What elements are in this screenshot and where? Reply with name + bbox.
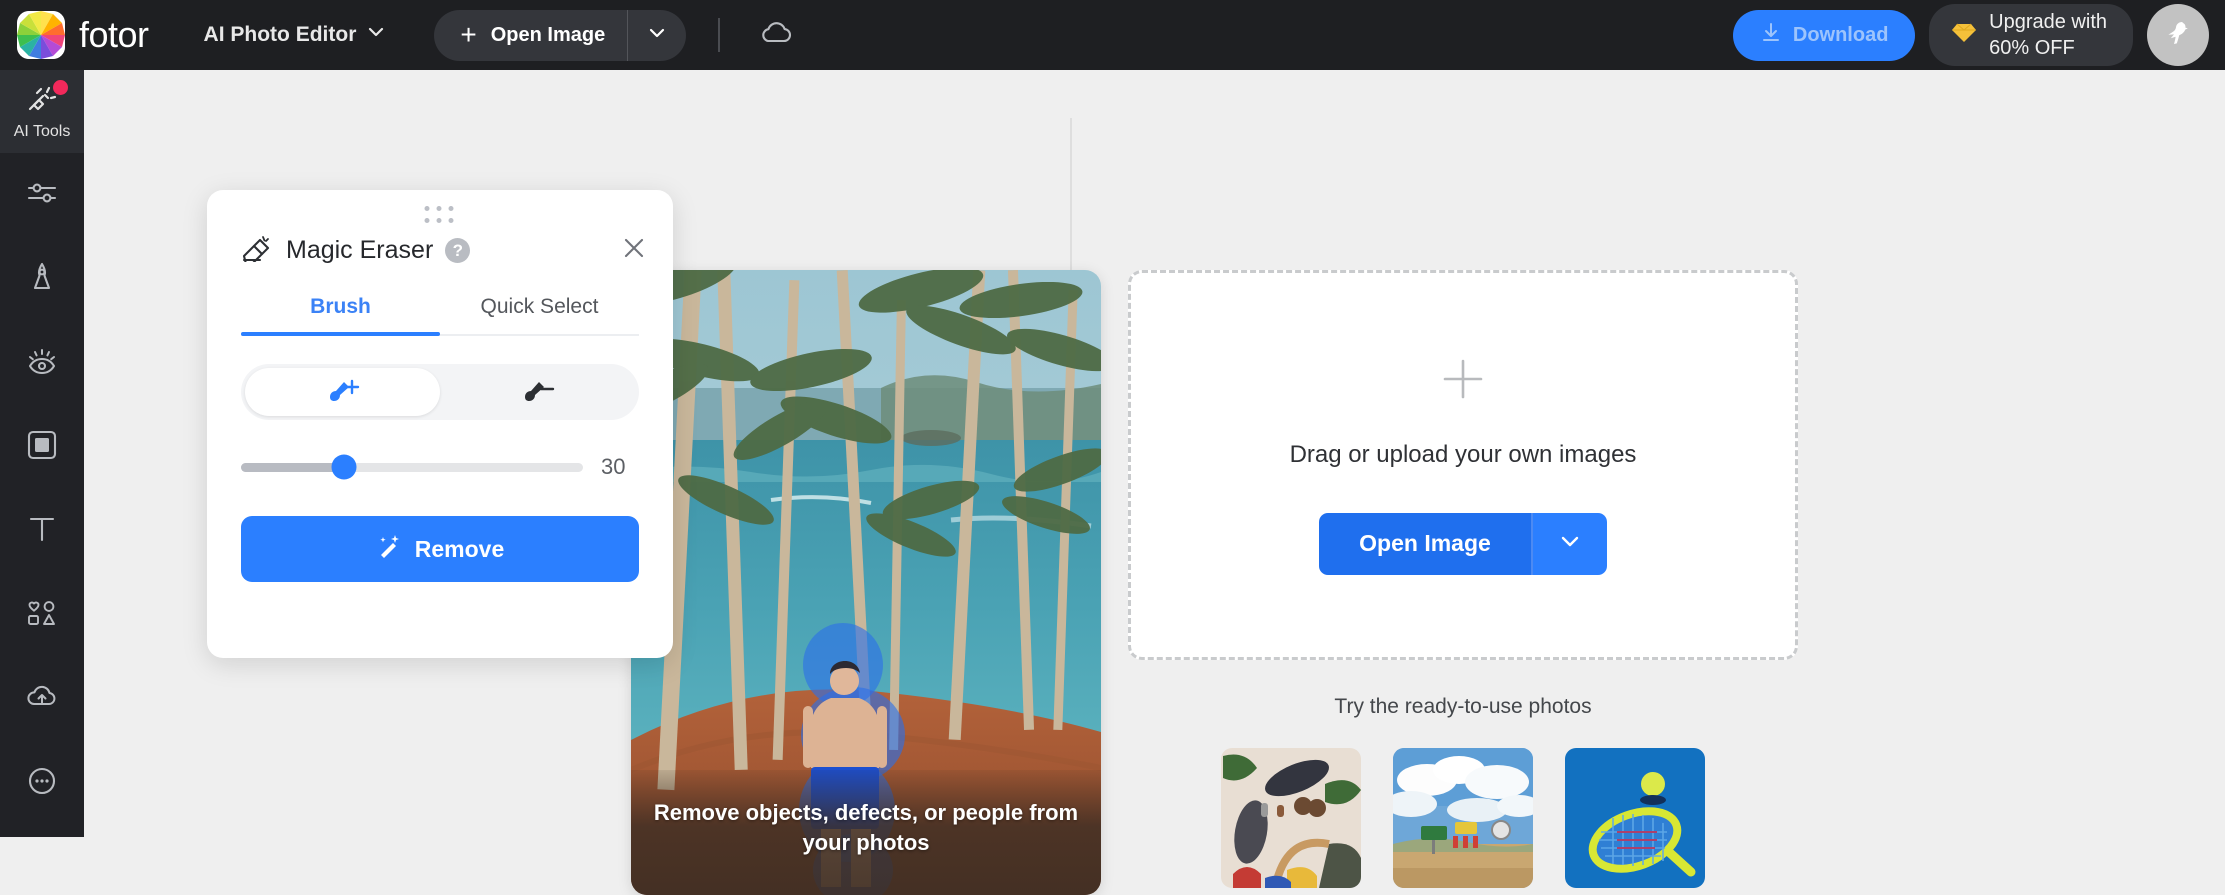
brand-logo[interactable]: fotor (17, 11, 149, 59)
avatar[interactable] (2147, 4, 2209, 66)
brush-mode-toggle (241, 364, 639, 420)
diamond-icon (1951, 21, 1977, 50)
open-image-cta-group: Open Image (1319, 512, 1607, 575)
ready-photo-thumbnail-1[interactable] (1221, 748, 1361, 888)
top-bar-right-group: Download Upgrade with 60% OFF (1733, 4, 2209, 66)
app-menu-label: AI Photo Editor (203, 23, 357, 46)
adjust-sliders-icon (25, 178, 59, 213)
app-menu-selector[interactable]: AI Photo Editor (204, 22, 387, 48)
download-button[interactable]: Download (1733, 9, 1916, 61)
feature-preview-card[interactable]: Remove objects, defects, or people from … (631, 270, 1101, 895)
brush-add-button[interactable] (245, 368, 440, 416)
sidebar-item-elements[interactable] (0, 573, 84, 657)
panel-tabs: Brush Quick Select (241, 295, 639, 336)
ready-photo-thumbnail-2[interactable] (1393, 748, 1533, 888)
open-image-dropdown-toggle[interactable] (628, 10, 686, 61)
tab-brush[interactable]: Brush (241, 295, 440, 334)
remove-button-label: Remove (414, 535, 505, 562)
upgrade-line-1: Upgrade with (1989, 10, 2107, 33)
sidebar-item-more[interactable] (0, 741, 84, 825)
brush-size-row: 30 (241, 454, 639, 480)
upgrade-line-2: 60% OFF (1989, 37, 2075, 59)
elements-shapes-icon (25, 598, 59, 633)
open-image-cta-button[interactable]: Open Image (1319, 512, 1531, 575)
chevron-down-icon (366, 22, 386, 48)
brush-subtract-icon (519, 375, 557, 410)
magic-eraser-icon (241, 234, 271, 267)
cloud-upload-icon (25, 683, 59, 716)
sidebar-item-ai-tools[interactable]: AI Tools (0, 70, 84, 153)
editor-canvas: Remove objects, defects, or people from … (84, 70, 2225, 895)
beauty-eye-icon (25, 345, 59, 382)
more-options-icon (26, 765, 58, 802)
brand-name: fotor (79, 14, 149, 55)
upload-dropzone[interactable]: Drag or upload your own images Open Imag… (1128, 270, 1798, 660)
open-image-button-group: + Open Image (434, 9, 687, 61)
tab-quick-select-label: Quick Select (480, 295, 599, 318)
top-bar: fotor AI Photo Editor + Open Image Downl… (0, 0, 2225, 70)
ready-photo-thumbnail-3[interactable] (1565, 748, 1705, 888)
magic-wand-sparkle-icon (376, 533, 402, 565)
fotor-color-wheel-logo-icon (17, 11, 65, 59)
toolbar-divider (718, 18, 721, 52)
sidebar-item-text[interactable] (0, 489, 84, 573)
chevron-down-icon (647, 23, 667, 48)
download-label: Download (1792, 23, 1889, 46)
help-question-icon[interactable]: ? (445, 238, 471, 263)
cloud-icon (758, 19, 794, 52)
tab-quick-select[interactable]: Quick Select (440, 295, 639, 334)
chevron-down-icon (1558, 529, 1582, 558)
ready-photos-label: Try the ready-to-use photos (1334, 695, 1592, 718)
new-badge-dot (53, 80, 68, 95)
cloud-storage-button[interactable] (754, 13, 798, 57)
bird-avatar-icon (2159, 14, 2197, 57)
sidebar-item-retouch[interactable] (0, 237, 84, 321)
sidebar-item-beauty[interactable] (0, 321, 84, 405)
upgrade-label: Upgrade with 60% OFF (1989, 9, 2107, 62)
brush-add-icon (324, 375, 362, 410)
panel-header: Magic Eraser ? (207, 190, 673, 267)
sidebar-item-upload[interactable] (0, 657, 84, 741)
slider-thumb[interactable] (331, 454, 357, 480)
close-icon[interactable] (621, 235, 647, 266)
open-image-cta-label: Open Image (1359, 530, 1491, 556)
upgrade-button[interactable]: Upgrade with 60% OFF (1929, 4, 2133, 66)
tab-active-underline (241, 332, 440, 336)
brush-size-value: 30 (601, 454, 626, 479)
open-image-label: Open Image (490, 23, 606, 46)
left-sidebar: AI Tools (0, 70, 84, 837)
slider-fill (241, 462, 344, 472)
sidebar-item-adjust[interactable] (0, 153, 84, 237)
sidebar-item-label: AI Tools (13, 122, 71, 140)
frame-border-icon (26, 429, 58, 466)
ready-photos-list (1128, 748, 1798, 888)
brush-size-slider[interactable] (241, 454, 583, 480)
tab-brush-label: Brush (310, 295, 371, 318)
open-image-button[interactable]: + Open Image (434, 10, 627, 61)
plus-icon (1440, 356, 1486, 407)
remove-button[interactable]: Remove (241, 516, 639, 582)
open-image-cta-dropdown[interactable] (1532, 512, 1607, 575)
panel-title: Magic Eraser (286, 236, 434, 264)
text-tool-icon (27, 513, 57, 550)
drag-dots-icon[interactable] (424, 206, 456, 225)
plus-icon: + (460, 19, 477, 50)
magic-eraser-panel: Magic Eraser ? Brush Quick Select 30 Rem… (207, 190, 673, 658)
download-icon (1760, 21, 1782, 49)
preview-caption: Remove objects, defects, or people from … (631, 770, 1101, 895)
retouch-portrait-icon (27, 260, 57, 299)
upload-instruction-text: Drag or upload your own images (1289, 440, 1637, 468)
brush-subtract-button[interactable] (440, 368, 635, 416)
sidebar-item-frame[interactable] (0, 405, 84, 489)
